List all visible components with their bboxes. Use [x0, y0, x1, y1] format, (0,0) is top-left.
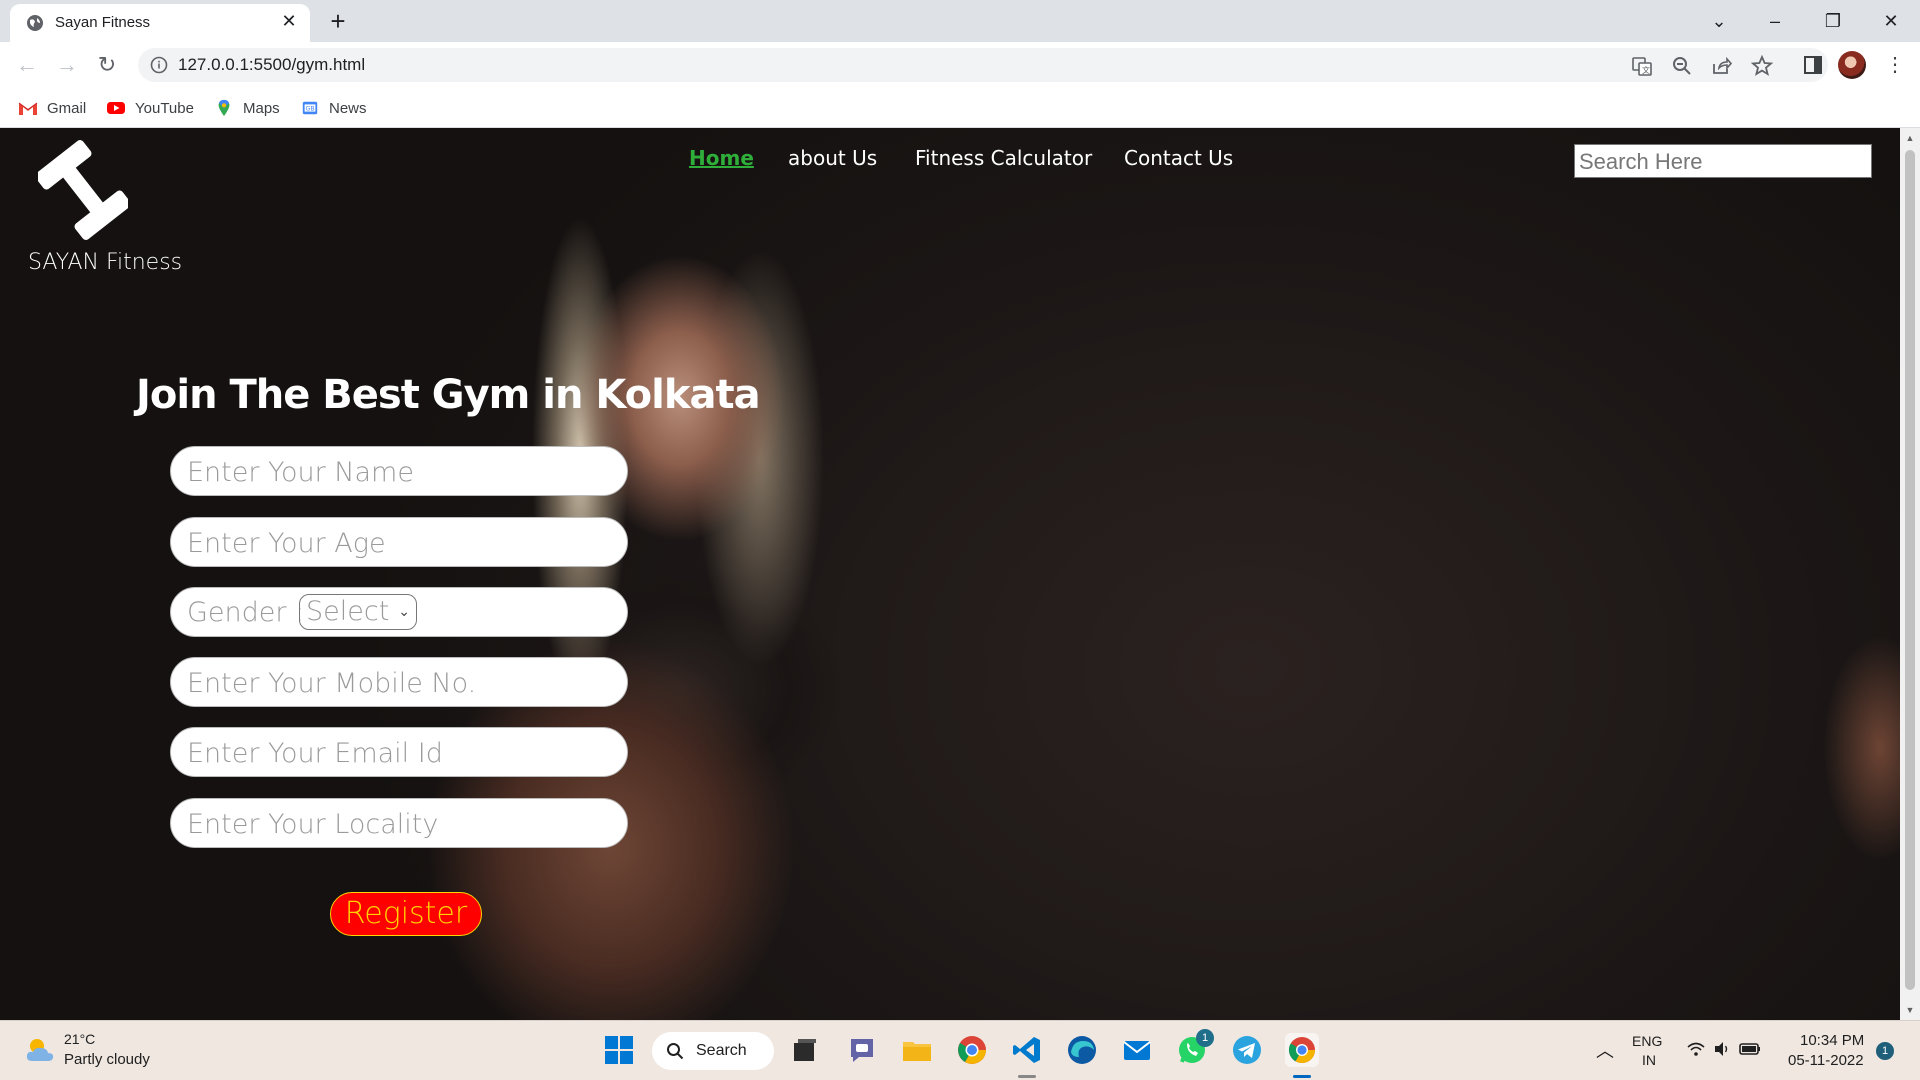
news-icon: GB [302, 101, 318, 115]
register-button[interactable]: Register [330, 892, 482, 936]
mobile-field[interactable]: Enter Your Mobile No. [170, 657, 628, 707]
zoom-icon[interactable] [1670, 54, 1694, 78]
info-icon[interactable] [150, 56, 168, 74]
hero-title: Join The Best Gym in Kolkata [136, 372, 761, 418]
vscode-running-indicator [1018, 1075, 1036, 1078]
vertical-scrollbar[interactable]: ▲ ▼ [1900, 128, 1920, 1020]
reload-button[interactable]: ↻ [92, 50, 122, 80]
profile-avatar[interactable] [1838, 51, 1866, 79]
clock-date[interactable]: 05-11-2022 [1788, 1052, 1864, 1069]
wifi-icon[interactable] [1686, 1039, 1706, 1059]
restore-button[interactable]: ❐ [1810, 6, 1856, 36]
browser-tab[interactable]: Sayan Fitness ✕ [10, 4, 310, 42]
windows-taskbar: 21°C Partly cloudy Search 1 ︿ ENG IN 10:… [0, 1020, 1920, 1080]
gender-label: Gender : [187, 597, 305, 628]
taskbar-search[interactable]: Search [652, 1032, 774, 1070]
telegram-icon[interactable] [1230, 1033, 1264, 1067]
chrome-active-icon[interactable] [1285, 1033, 1319, 1067]
close-tab-icon[interactable]: ✕ [278, 10, 300, 32]
name-field[interactable]: Enter Your Name [170, 446, 628, 496]
bookmark-maps[interactable]: Maps [214, 96, 280, 120]
back-button[interactable]: ← [12, 50, 42, 80]
email-field[interactable]: Enter Your Email Id [170, 727, 628, 777]
chrome-icon[interactable] [955, 1033, 989, 1067]
gender-field: Gender : Select ⌄ [170, 587, 628, 637]
url-text: 127.0.0.1:5500/gym.html [178, 55, 366, 74]
share-icon[interactable] [1710, 54, 1734, 78]
file-explorer-icon[interactable] [900, 1033, 934, 1067]
clock-time[interactable]: 10:34 PM [1800, 1032, 1864, 1049]
address-bar[interactable]: 127.0.0.1:5500/gym.html 文 [138, 48, 1828, 82]
browser-tabbar: Sayan Fitness ✕ + ⌄ – ❐ ✕ [0, 0, 1920, 42]
nav-contact-us[interactable]: Contact Us [1124, 146, 1233, 170]
nav-fitness-calculator[interactable]: Fitness Calculator [915, 146, 1092, 170]
search-input[interactable]: Search Here [1574, 144, 1872, 178]
page-viewport: SAYAN Fitness Home about Us Fitness Calc… [0, 128, 1900, 1020]
windows-start-icon[interactable] [602, 1033, 636, 1067]
gender-selected-value: Select [306, 596, 390, 627]
gender-select[interactable]: Select ⌄ [299, 594, 417, 630]
search-icon [667, 1043, 684, 1060]
bookmark-star-icon[interactable] [1750, 54, 1774, 78]
battery-icon[interactable] [1738, 1039, 1762, 1059]
globe-icon [27, 15, 43, 31]
partly-cloudy-icon[interactable] [24, 1035, 56, 1065]
svg-text:文: 文 [1642, 65, 1650, 75]
chevron-down-icon: ⌄ [398, 604, 410, 620]
whatsapp-badge: 1 [1196, 1029, 1214, 1047]
forward-button[interactable]: → [52, 50, 82, 80]
translate-icon[interactable]: 文 [1630, 54, 1654, 78]
weather-temperature[interactable]: 21°C [64, 1031, 95, 1047]
nav-about-us[interactable]: about Us [788, 146, 877, 170]
close-window-button[interactable]: ✕ [1868, 6, 1914, 36]
gmail-icon [18, 102, 38, 115]
scroll-up-arrow-icon[interactable]: ▲ [1904, 132, 1916, 144]
task-view-icon[interactable] [788, 1033, 822, 1067]
show-hidden-icons-chevron-icon[interactable]: ︿ [1596, 1037, 1614, 1063]
side-panel-icon[interactable] [1800, 52, 1826, 78]
bookmark-news[interactable]: GB News [300, 96, 367, 120]
edge-icon[interactable] [1065, 1033, 1099, 1067]
language-top[interactable]: ENG [1632, 1033, 1662, 1049]
minimize-button[interactable]: – [1752, 6, 1798, 36]
teams-chat-icon[interactable] [845, 1033, 879, 1067]
bookmark-gmail[interactable]: Gmail [18, 96, 86, 120]
bookmark-youtube[interactable]: YouTube [106, 96, 194, 120]
youtube-icon [107, 102, 125, 114]
menu-kebab-icon[interactable]: ⋮ [1880, 50, 1910, 80]
bookmarks-bar: Gmail YouTube Maps GB News [0, 88, 1920, 128]
chrome-active-indicator [1293, 1075, 1311, 1078]
mail-icon[interactable] [1120, 1033, 1154, 1067]
volume-icon[interactable] [1712, 1039, 1732, 1059]
dumbbell-logo-icon [38, 140, 128, 240]
age-field[interactable]: Enter Your Age [170, 517, 628, 567]
nav-home[interactable]: Home [689, 146, 754, 170]
maps-pin-icon [218, 99, 230, 117]
browser-toolbar: ← → ↻ 127.0.0.1:5500/gym.html 文 ⋮ [0, 42, 1920, 88]
new-tab-button[interactable]: + [324, 8, 352, 36]
tab-search-chevron-icon[interactable]: ⌄ [1696, 6, 1742, 36]
scrollbar-thumb[interactable] [1905, 150, 1915, 990]
scroll-down-arrow-icon[interactable]: ▼ [1904, 1004, 1916, 1016]
weather-description[interactable]: Partly cloudy [64, 1051, 150, 1068]
notification-badge[interactable]: 1 [1876, 1042, 1894, 1060]
taskbar-search-label: Search [696, 1042, 747, 1059]
locality-field[interactable]: Enter Your Locality [170, 798, 628, 848]
brand-name[interactable]: SAYAN Fitness [28, 250, 182, 275]
tab-title: Sayan Fitness [55, 14, 151, 31]
language-bottom[interactable]: IN [1642, 1052, 1656, 1068]
vscode-icon[interactable] [1010, 1033, 1044, 1067]
svg-text:GB: GB [306, 106, 315, 113]
